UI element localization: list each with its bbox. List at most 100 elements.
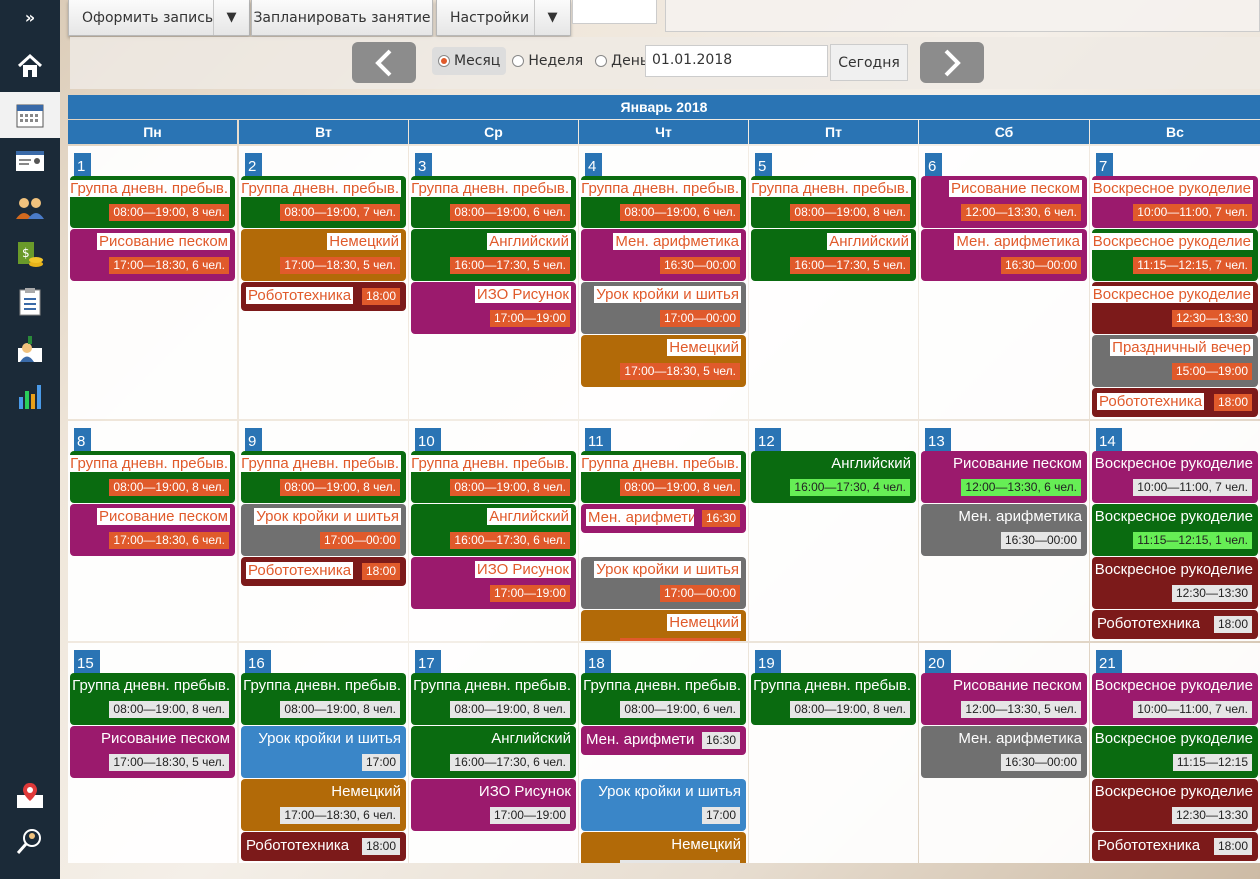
event-block[interactable]: Группа дневн. пребыв. 08:00—19:00, 8 чел. [579,451,746,503]
event-block[interactable]: Робототехника 18:00 [1092,388,1258,417]
settings-dropdown-toggle[interactable]: ▼ [534,0,570,35]
event-block[interactable]: ИЗО Рисунок 17:00—19:00 [411,282,576,334]
event-block[interactable]: Мен. арифметика 16:30—00:00 [921,726,1087,778]
event-block[interactable]: Немецкий 17:00—18:30, 6 чел. [581,832,746,863]
event-block[interactable]: Английский 16:00—17:30, 5 чел. [751,229,916,281]
event-block[interactable]: Мен. арифметика 16:30 [581,726,746,755]
day-cell[interactable]: 20 Рисование песком 12:00—13:30, 5 чел. Мен… [919,643,1089,863]
event-block[interactable]: Рисование песком 12:00—13:30, 5 чел. [921,673,1087,725]
event-block[interactable]: Группа дневн. пребыв. 08:00—19:00, 7 чел. [239,176,406,228]
sidebar-item-home[interactable] [0,44,60,88]
day-cell[interactable]: 7 Воскресное рукоделие 10:00—11:00, 7 чел.… [1090,146,1260,419]
event-block[interactable]: ИЗО Рисунок 17:00—19:00 [411,779,576,831]
event-block[interactable]: Рисование песком 17:00—18:30, 6 чел. [70,504,235,556]
day-cell[interactable]: 9 Группа дневн. пребыв. 08:00—19:00, 8 чел… [239,421,408,641]
event-block[interactable]: Группа дневн. пребыв. 08:00—19:00, 6 чел. [581,673,746,725]
event-block[interactable]: Английский 16:00—17:30, 6 чел. [411,726,576,778]
day-cell[interactable]: 13 Рисование песком 12:00—13:30, 6 чел. Мен… [919,421,1089,641]
record-dropdown-toggle[interactable]: ▼ [213,0,249,35]
day-cell[interactable]: 16 Группа дневн. пребыв. 08:00—19:00, 8 че… [239,643,408,863]
event-block[interactable]: Робототехника 18:00 [241,282,406,311]
event-block[interactable]: Немецкий 17:00—18:30, 5 чел. [241,229,406,281]
event-block[interactable]: Группа дневн. пребыв. 08:00—19:00, 8 чел. [70,673,235,725]
event-block[interactable]: Мен. арифметика 16:30—00:00 [921,504,1087,556]
day-cell[interactable]: 18 Группа дневн. пребыв. 08:00—19:00, 6 че… [579,643,748,863]
day-cell[interactable]: 5 Группа дневн. пребыв. 08:00—19:00, 8 чел… [749,146,918,419]
settings-button[interactable]: Настройки ▼ [436,0,571,36]
sidebar-item-calendar[interactable] [0,92,60,138]
day-cell[interactable]: 14 Воскресное рукоделие 10:00—11:00, 7 чел… [1090,421,1260,641]
event-block[interactable]: Рисование песком 17:00—18:30, 5 чел. [70,726,235,778]
sidebar-item-tasks[interactable] [0,280,60,324]
day-cell[interactable]: 15 Группа дневн. пребыв. 08:00—19:00, 8 че… [68,643,237,863]
day-cell[interactable]: 11 Группа дневн. пребыв. 08:00—19:00, 8 че… [579,421,748,641]
event-block[interactable]: Урок кройки и шитья 17:00 [581,779,746,831]
event-block[interactable]: Мен. арифметика 16:30—00:00 [581,229,746,281]
event-block[interactable]: Немецкий 17:00—18:30, 6 чел. [241,779,406,831]
expand-sidebar-button[interactable]: » [0,8,60,27]
event-block[interactable]: Праздничный вечер 15:00—19:00 [1092,335,1258,387]
event-block[interactable]: Группа дневн. пребыв. 08:00—19:00, 6 чел. [409,176,576,228]
event-block[interactable]: Воскресное рукоделие 12:30—13:30 [1092,557,1258,609]
day-cell[interactable]: 21 Воскресное рукоделие 10:00—11:00, 7 чел… [1090,643,1260,863]
day-cell[interactable]: 6 Рисование песком 12:00—13:30, 6 чел. Мен.… [919,146,1089,419]
event-block[interactable]: Английский 16:00—17:30, 5 чел. [411,229,576,281]
event-block[interactable]: Английский 16:00—17:30, 6 чел. [411,504,576,556]
event-block[interactable]: Воскресное рукоделие 10:00—11:00, 7 чел. [1090,176,1258,228]
event-block[interactable]: Воскресное рукоделие 10:00—11:00, 7 чел. [1092,673,1258,725]
day-cell[interactable]: 1 Группа дневн. пребыв. 08:00—19:00, 8 чел… [68,146,237,419]
sidebar-item-locations[interactable] [0,774,60,818]
event-block[interactable]: Робототехника 18:00 [241,557,406,586]
event-block[interactable]: Группа дневн. пребыв. 08:00—19:00, 8 чел. [751,673,916,725]
sidebar-item-teachers[interactable] [0,327,60,371]
event-block[interactable]: Робототехника 18:00 [1092,832,1258,861]
sidebar-item-clients[interactable] [0,186,60,230]
sidebar-item-search[interactable] [0,819,60,863]
event-block[interactable]: Группа дневн. пребыв. 08:00—19:00, 8 чел. [68,451,235,503]
sidebar-item-finance[interactable]: $ [0,233,60,277]
day-cell[interactable]: 17 Группа дневн. пребыв. 08:00—19:00, 8 че… [409,643,578,863]
view-week-radio[interactable]: Неделя [506,47,589,75]
day-cell[interactable]: 8 Группа дневн. пребыв. 08:00—19:00, 8 чел… [68,421,237,641]
event-block[interactable]: Мен. арифметика 16:30 [581,504,746,533]
event-block[interactable]: Группа дневн. пребыв. 08:00—19:00, 8 чел. [239,451,406,503]
event-block[interactable]: Робототехника 18:00 [241,832,406,861]
day-cell[interactable]: 3 Группа дневн. пребыв. 08:00—19:00, 6 чел… [409,146,578,419]
date-input[interactable]: 01.01.2018 [645,45,828,77]
event-block[interactable]: Воскресное рукоделие 12:30—13:30 [1090,282,1258,334]
event-block[interactable]: Воскресное рукоделие 11:15—12:15, 7 чел. [1090,229,1258,281]
event-block[interactable]: Группа дневн. пребыв. 08:00—19:00, 8 чел. [411,673,576,725]
day-cell[interactable]: 19 Группа дневн. пребыв. 08:00—19:00, 8 че… [749,643,918,863]
event-block[interactable]: Робототехника 18:00 [1092,610,1258,639]
plan-lesson-button[interactable]: Запланировать занятие [251,0,433,36]
prev-month-button[interactable] [352,42,416,83]
next-month-button[interactable] [920,42,984,83]
event-block[interactable]: Рисование песком 12:00—13:30, 6 чел. [921,176,1087,228]
event-block[interactable]: ИЗО Рисунок 17:00—19:00 [411,557,576,609]
event-block[interactable]: Урок кройки и шитья 17:00—00:00 [581,557,746,609]
day-cell[interactable]: 10 Группа дневн. пребыв. 08:00—19:00, 8 че… [409,421,578,641]
event-block[interactable]: Урок кройки и шитья 17:00—00:00 [581,282,746,334]
event-block[interactable]: Группа дневн. пребыв. 08:00—19:00, 8 чел. [749,176,916,228]
event-block[interactable]: Немецкий 17:00—18:30, 6 чел. [581,610,746,641]
event-block[interactable]: Группа дневн. пребыв. 08:00—19:00, 8 чел. [68,176,235,228]
event-block[interactable]: Рисование песком 17:00—18:30, 6 чел. [70,229,235,281]
record-button[interactable]: Оформить запись ▼ [68,0,250,36]
event-block[interactable]: Мен. арифметика 16:30—00:00 [921,229,1087,281]
sidebar-item-cards[interactable] [0,139,60,183]
sidebar-item-reports[interactable] [0,374,60,418]
event-block[interactable]: Рисование песком 12:00—13:30, 6 чел. [921,451,1087,503]
event-block[interactable]: Группа дневн. пребыв. 08:00—19:00, 8 чел. [241,673,406,725]
event-block[interactable]: Воскресное рукоделие 10:00—11:00, 7 чел. [1092,451,1258,503]
event-block[interactable]: Урок кройки и шитья 17:00—00:00 [241,504,406,556]
event-block[interactable]: Группа дневн. пребыв. 08:00—19:00, 8 чел. [409,451,576,503]
day-cell[interactable]: 12 Английский 16:00—17:30, 4 чел. [749,421,918,641]
event-block[interactable]: Урок кройки и шитья 17:00 [241,726,406,778]
event-block[interactable]: Воскресное рукоделие 11:15—12:15, 1 чел. [1092,504,1258,556]
event-block[interactable]: Воскресное рукоделие 11:15—12:15 [1092,726,1258,778]
event-block[interactable]: Воскресное рукоделие 12:30—13:30 [1092,779,1258,831]
day-cell[interactable]: 4 Группа дневн. пребыв. 08:00—19:00, 6 чел… [579,146,748,419]
top-field[interactable] [572,0,657,24]
today-button[interactable]: Сегодня [830,44,908,81]
event-block[interactable]: Группа дневн. пребыв. 08:00—19:00, 6 чел. [579,176,746,228]
